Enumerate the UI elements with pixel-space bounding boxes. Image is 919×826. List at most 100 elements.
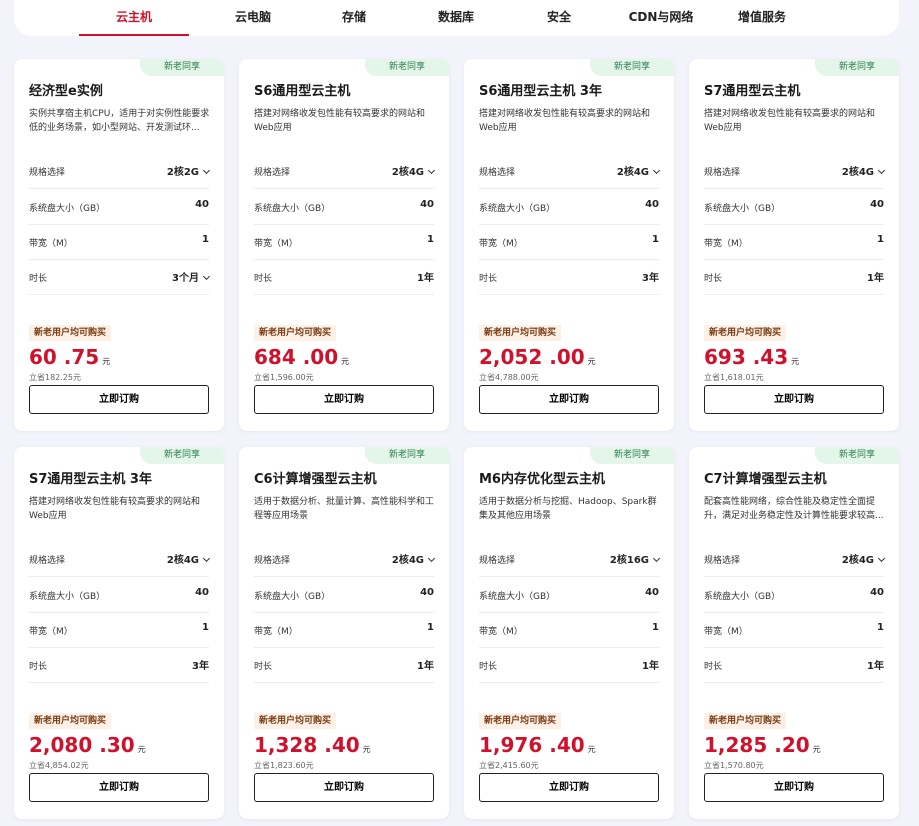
promo-badge: 新老同享	[590, 447, 674, 464]
disk-label: 系统盘大小（GB）	[29, 204, 106, 214]
tab-0[interactable]: 云主机	[79, 0, 189, 36]
bandwidth-row: 带宽（M） 1	[29, 612, 209, 648]
savings-text: 立省4,788.00元	[479, 373, 539, 382]
disk-value: 40	[195, 587, 209, 598]
spec-row[interactable]: 规格选择 2核4G	[254, 153, 436, 189]
spec-row[interactable]: 规格选择 2核2G	[29, 153, 211, 189]
buy-button[interactable]: 立即订购	[254, 773, 434, 802]
spec-value[interactable]: 2核2G	[167, 163, 211, 178]
price-value: 2,052 .00	[479, 345, 585, 369]
spec-row[interactable]: 规格选择 2核4G	[29, 541, 211, 577]
spec-value[interactable]: 2核4G	[842, 551, 886, 566]
duration-value: 3年	[192, 657, 209, 672]
product-card: 新老同享 S7通用型云主机 3年 搭建对网络收发包性能有较高要求的网站和Web应用规…	[14, 447, 224, 819]
duration-value-text: 3年	[642, 273, 659, 284]
spec-value[interactable]: 2核4G	[841, 163, 886, 178]
duration-label: 时长	[479, 274, 498, 284]
bandwidth-value-text: 1	[652, 622, 659, 633]
spec-value[interactable]: 2核4G	[166, 551, 211, 566]
price: 693 .43 元	[704, 345, 799, 369]
price-unit: 元	[362, 745, 371, 754]
spec-label: 规格选择	[704, 556, 741, 566]
duration-row: 时长 3年	[479, 259, 659, 295]
card-description: 搭建对网络收发包性能有较高要求的网站和Web应用	[479, 109, 651, 133]
duration-value-text: 1年	[642, 661, 659, 672]
buy-button[interactable]: 立即订购	[479, 385, 659, 414]
disk-row: 系统盘大小（GB） 40	[29, 577, 209, 613]
spec-value[interactable]: 2核4G	[391, 163, 436, 178]
bandwidth-row: 带宽（M） 1	[254, 612, 434, 648]
bandwidth-value-text: 1	[427, 622, 434, 633]
promo-tag: 新老用户均可购买	[479, 325, 562, 341]
disk-row: 系统盘大小（GB） 40	[29, 189, 209, 225]
bandwidth-label: 带宽（M）	[479, 627, 523, 637]
buy-button[interactable]: 立即订购	[704, 773, 884, 802]
product-tabs: 云主机 云电脑 存储 数据库 安全 CDN与网络 增值服务	[14, 0, 899, 36]
card-title: C6计算增强型云主机	[254, 472, 377, 487]
price-unit: 元	[587, 745, 596, 754]
spec-value-text: 2核4G	[841, 167, 874, 178]
duration-label: 时长	[254, 274, 273, 284]
bandwidth-row: 带宽（M） 1	[479, 612, 659, 648]
duration-label: 时长	[704, 662, 723, 672]
bandwidth-label: 带宽（M）	[704, 627, 748, 637]
spec-row[interactable]: 规格选择 2核4G	[704, 153, 886, 189]
savings-text: 立省1,596.00元	[254, 373, 314, 382]
spec-row[interactable]: 规格选择 2核4G	[254, 541, 436, 577]
disk-row: 系统盘大小（GB） 40	[704, 577, 884, 613]
buy-button[interactable]: 立即订购	[29, 385, 209, 414]
spec-value[interactable]: 2核16G	[610, 551, 661, 566]
buy-button[interactable]: 立即订购	[704, 385, 884, 414]
price: 2,052 .00 元	[479, 345, 596, 369]
buy-button[interactable]: 立即订购	[254, 385, 434, 414]
promo-badge: 新老同享	[140, 447, 224, 464]
price: 2,080 .30 元	[29, 733, 146, 757]
card-title: M6内存优化型云主机	[479, 472, 605, 487]
spec-row[interactable]: 规格选择 2核4G	[479, 153, 661, 189]
duration-label: 时长	[254, 662, 273, 672]
duration-value[interactable]: 3个月	[172, 269, 211, 284]
disk-value: 40	[645, 587, 659, 598]
disk-row: 系统盘大小（GB） 40	[254, 577, 434, 613]
spec-label: 规格选择	[254, 556, 291, 566]
tab-2[interactable]: 存储	[299, 0, 409, 36]
bandwidth-value: 1	[202, 234, 209, 245]
spec-value-text: 2核4G	[391, 167, 424, 178]
buy-button[interactable]: 立即订购	[479, 773, 659, 802]
disk-value-text: 40	[420, 199, 434, 210]
tab-1[interactable]: 云电脑	[198, 0, 308, 36]
spec-value-text: 2核4G	[166, 555, 199, 566]
bandwidth-label: 带宽（M）	[29, 627, 73, 637]
spec-label: 规格选择	[254, 168, 291, 178]
bandwidth-value: 1	[877, 234, 884, 245]
disk-label: 系统盘大小（GB）	[254, 592, 331, 602]
savings-text: 立省1,618.01元	[704, 373, 764, 382]
spec-row[interactable]: 规格选择 2核16G	[479, 541, 661, 577]
price-value: 693 .43	[704, 345, 789, 369]
disk-label: 系统盘大小（GB）	[479, 204, 556, 214]
card-title: S7通用型云主机 3年	[29, 472, 152, 487]
tab-3[interactable]: 数据库	[401, 0, 511, 36]
disk-label: 系统盘大小（GB）	[479, 592, 556, 602]
bandwidth-label: 带宽（M）	[254, 627, 298, 637]
tab-5[interactable]: CDN与网络	[606, 0, 716, 36]
duration-row[interactable]: 时长 3个月	[29, 259, 211, 295]
spec-value[interactable]: 2核4G	[617, 163, 661, 178]
disk-label: 系统盘大小（GB）	[254, 204, 331, 214]
bandwidth-row: 带宽（M） 1	[479, 224, 659, 260]
chevron-down-icon	[202, 554, 211, 563]
savings-text: 立省2,415.60元	[479, 761, 539, 770]
savings-text: 立省4,854.02元	[29, 761, 89, 770]
buy-button[interactable]: 立即订购	[29, 773, 209, 802]
spec-row[interactable]: 规格选择 2核4G	[704, 541, 886, 577]
tab-6[interactable]: 增值服务	[707, 0, 817, 36]
bandwidth-label: 带宽（M）	[479, 239, 523, 249]
promo-tag: 新老用户均可购买	[479, 713, 562, 729]
card-description: 实例共享宿主机CPU，适用于对实例性能要求低的业务场景，如小型网站、开发测试环.…	[29, 109, 210, 133]
promo-badge: 新老同享	[140, 59, 224, 76]
duration-value: 3年	[642, 269, 659, 284]
tab-4[interactable]: 安全	[504, 0, 614, 36]
spec-value[interactable]: 2核4G	[392, 551, 436, 566]
promo-tag: 新老用户均可购买	[29, 713, 112, 729]
duration-value-text: 3个月	[172, 273, 199, 284]
